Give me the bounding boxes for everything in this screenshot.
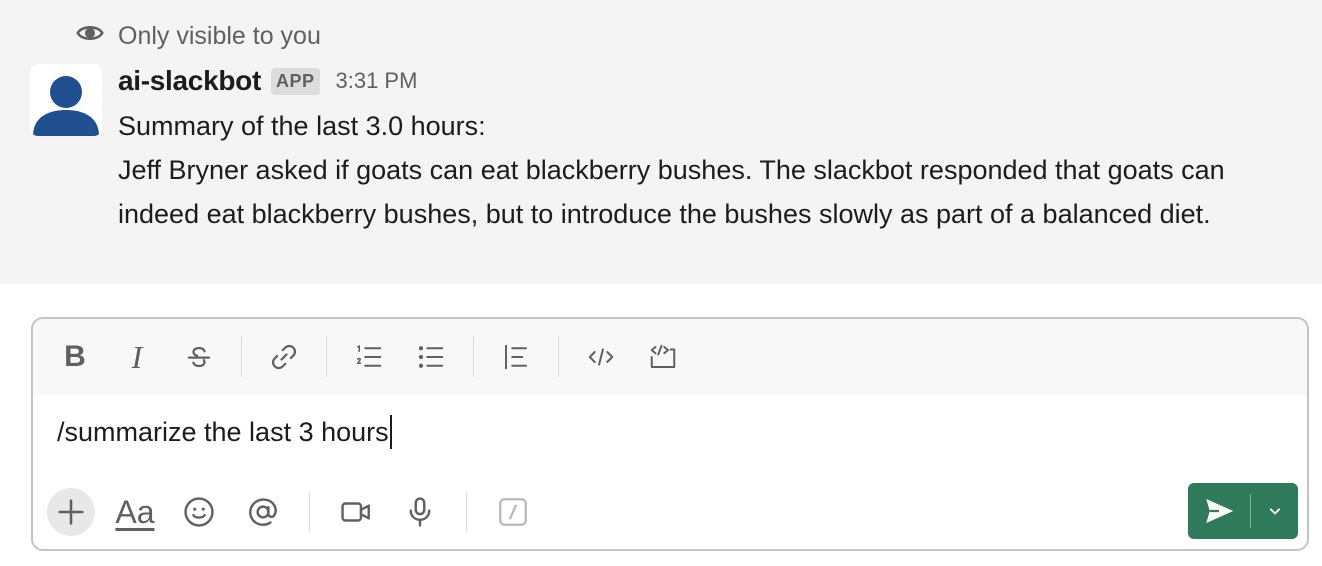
bold-button[interactable]: B xyxy=(55,337,95,377)
plus-icon xyxy=(58,499,84,525)
format-toggle-button[interactable]: Aa xyxy=(111,488,159,536)
formatting-toolbar: B I xyxy=(33,319,1307,395)
summary-heading: Summary of the last 3.0 hours: xyxy=(118,111,486,141)
audio-button[interactable] xyxy=(396,488,444,536)
message-body: Summary of the last 3.0 hours: Jeff Bryn… xyxy=(118,104,1313,236)
microphone-icon xyxy=(409,497,431,527)
summary-text: Jeff Bryner asked if goats can eat black… xyxy=(118,155,1225,229)
actions-divider xyxy=(309,492,310,532)
shortcuts-button[interactable] xyxy=(489,488,537,536)
code-block-icon xyxy=(650,344,676,368)
schedule-send-dropdown[interactable] xyxy=(1251,483,1298,539)
eye-icon xyxy=(76,19,104,54)
link-icon xyxy=(271,344,297,370)
composer-actions: Aa xyxy=(47,483,1298,539)
video-icon xyxy=(341,502,370,522)
send-button[interactable] xyxy=(1188,483,1250,539)
bulleted-list-icon xyxy=(418,346,444,368)
ephemeral-label: Only visible to you xyxy=(118,21,321,50)
toolbar-divider xyxy=(241,337,242,377)
emoji-button[interactable] xyxy=(175,488,223,536)
send-button-group xyxy=(1188,483,1298,539)
chevron-down-icon xyxy=(1269,508,1280,515)
message-input[interactable]: /summarize the last 3 hours xyxy=(57,415,392,449)
toolbar-divider xyxy=(558,337,559,377)
sender-name[interactable]: ai-slackbot xyxy=(118,65,261,97)
link-button[interactable] xyxy=(264,337,304,377)
italic-button[interactable]: I xyxy=(117,337,157,377)
video-button[interactable] xyxy=(332,488,380,536)
text-caret xyxy=(389,415,392,449)
message-header: ai-slackbot APP 3:31 PM xyxy=(118,62,417,100)
message-input-value: /summarize the last 3 hours xyxy=(57,416,389,447)
actions-divider xyxy=(466,492,467,532)
mention-icon xyxy=(249,498,277,526)
message-area: Only visible to you ai-slackbot APP 3:31… xyxy=(0,0,1322,284)
avatar[interactable] xyxy=(30,64,102,136)
attach-button[interactable] xyxy=(47,488,95,536)
app-badge: APP xyxy=(270,67,320,95)
ordered-list-icon xyxy=(356,344,382,367)
strikethrough-button[interactable] xyxy=(179,337,219,377)
code-icon xyxy=(588,348,614,366)
code-button[interactable] xyxy=(581,337,621,377)
message-timestamp[interactable]: 3:31 PM xyxy=(336,68,418,94)
message-composer: B I /summarize the last 3 hours Aa xyxy=(31,317,1309,551)
toolbar-divider xyxy=(326,337,327,377)
bulleted-list-button[interactable] xyxy=(411,337,451,377)
slash-shortcut-icon xyxy=(499,498,527,526)
blockquote-button[interactable] xyxy=(496,337,536,377)
send-icon xyxy=(1206,498,1234,524)
mention-button[interactable] xyxy=(239,488,287,536)
strikethrough-icon xyxy=(187,346,211,368)
ephemeral-notice: Only visible to you xyxy=(76,20,321,52)
toolbar-divider xyxy=(473,337,474,377)
emoji-icon xyxy=(184,497,214,527)
code-block-button[interactable] xyxy=(643,337,683,377)
ordered-list-button[interactable] xyxy=(349,337,389,377)
blockquote-icon xyxy=(505,344,527,370)
